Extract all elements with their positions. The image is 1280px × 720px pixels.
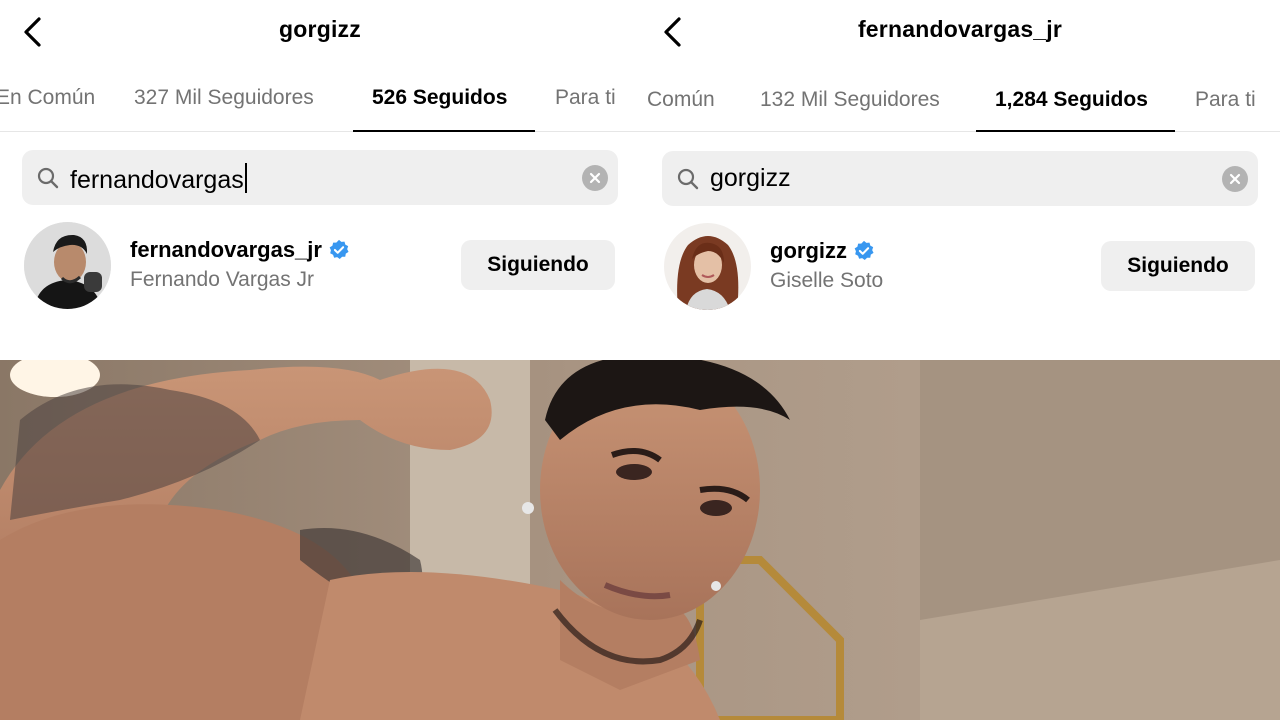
left-header: gorgizz	[0, 0, 640, 64]
right-header: fernandovargas_jr	[640, 0, 1280, 64]
left-tab-en-comun[interactable]: En Común	[0, 86, 95, 110]
photo-man-flexing	[0, 360, 1280, 720]
verified-badge-icon	[854, 240, 874, 260]
right-result-username-row: gorgizz	[770, 238, 875, 264]
left-tab-seguidores[interactable]: 327 Mil Seguidores	[134, 86, 314, 110]
right-tab-seguidos[interactable]: 1,284 Seguidos	[995, 88, 1148, 112]
avatar-gorgizz[interactable]	[664, 223, 751, 310]
left-tab-seguidos[interactable]: 526 Seguidos	[372, 86, 507, 110]
close-icon	[1229, 173, 1241, 185]
right-tab-bar: Común 132 Mil Seguidores 1,284 Seguidos …	[640, 64, 1280, 132]
left-search-result-row[interactable]: fernandovargas_jr Fernando Vargas Jr Sig…	[0, 222, 640, 310]
right-profile-panel: fernandovargas_jr Común 132 Mil Seguidor…	[640, 0, 1280, 360]
left-tab-bar: En Común 327 Mil Seguidores 526 Seguidos…	[0, 64, 640, 132]
left-search-text: fernandovargas	[70, 166, 244, 194]
left-search-input[interactable]: fernandovargas	[22, 150, 618, 205]
left-result-username-row: fernandovargas_jr	[130, 237, 350, 263]
left-profile-panel: gorgizz En Común 327 Mil Seguidores 526 …	[0, 0, 640, 360]
result-username: fernandovargas_jr	[130, 237, 322, 262]
verified-badge-icon	[329, 239, 349, 259]
right-active-tab-indicator	[976, 130, 1175, 132]
left-search-value[interactable]: fernandovargas	[70, 163, 247, 195]
close-icon	[589, 172, 601, 184]
result-full-name: Giselle Soto	[770, 269, 884, 292]
search-icon	[677, 168, 699, 190]
left-clear-search-button[interactable]	[582, 165, 608, 191]
right-clear-search-button[interactable]	[1222, 166, 1248, 192]
following-button[interactable]: Siguiendo	[461, 240, 615, 290]
left-active-tab-indicator	[353, 130, 535, 132]
text-caret	[244, 163, 247, 193]
search-icon	[37, 167, 59, 189]
right-tab-seguidores[interactable]: 132 Mil Seguidores	[760, 88, 940, 112]
selfie-photo	[0, 360, 1280, 720]
right-page-title: fernandovargas_jr	[857, 16, 1063, 42]
left-page-title: gorgizz	[279, 16, 361, 42]
following-button[interactable]: Siguiendo	[1101, 241, 1255, 291]
result-username: gorgizz	[770, 238, 847, 263]
avatar-photo-man	[24, 222, 111, 309]
right-tab-para-ti[interactable]: Para ti	[1195, 88, 1256, 112]
right-search-value[interactable]: gorgizz	[710, 164, 791, 193]
avatar-photo-woman	[664, 223, 751, 310]
right-search-result-row[interactable]: gorgizz Giselle Soto Siguiendo	[640, 223, 1280, 311]
right-search-input[interactable]: gorgizz	[662, 151, 1258, 206]
result-full-name: Fernando Vargas Jr	[130, 268, 315, 291]
avatar-fernandovargas[interactable]	[24, 222, 111, 309]
left-tab-para-ti[interactable]: Para ti	[555, 86, 616, 110]
right-tab-comun[interactable]: Común	[647, 88, 715, 112]
